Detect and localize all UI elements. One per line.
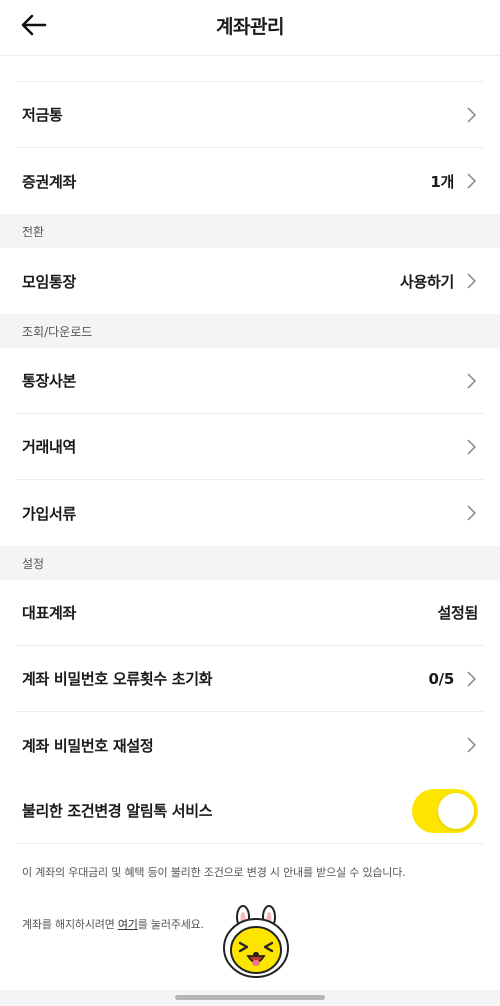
row-savings-box[interactable]: 저금통 xyxy=(16,82,484,148)
app-header: 계좌관리 xyxy=(0,0,500,56)
chevron-right-icon xyxy=(467,173,477,189)
row-label: 모임통장 xyxy=(22,272,77,291)
row-label: 계좌 비밀번호 오류횟수 초기화 xyxy=(22,670,213,688)
row-primary-account[interactable]: 대표계좌 설정됨 xyxy=(16,580,484,646)
home-indicator[interactable] xyxy=(175,995,325,1000)
chevron-right-icon xyxy=(467,505,477,521)
section-header-view-download: 조회/다운로드 xyxy=(0,314,500,348)
alert-toggle[interactable] xyxy=(412,788,478,833)
settings-list[interactable]: 저금통 증권계좌 1개 전환 모임통장 사용하기 조회/다운로드 통장사본 거래… xyxy=(0,56,500,880)
row-label: 통장사본 xyxy=(22,372,77,390)
toggle-knob[interactable] xyxy=(438,792,474,829)
row-bankbook-copy[interactable]: 통장사본 xyxy=(16,348,484,414)
row-value: 0/5 xyxy=(428,669,455,688)
row-reset-password[interactable]: 계좌 비밀번호 재설정 xyxy=(16,712,484,778)
row-adverse-change-alert: 불리한 조건변경 알림톡 서비스 xyxy=(16,778,484,844)
chevron-right-icon xyxy=(467,670,477,687)
row-label: 저금통 xyxy=(22,106,63,124)
row-group-account[interactable]: 모임통장 사용하기 xyxy=(16,248,484,314)
partially-hidden-row xyxy=(16,56,484,82)
chevron-right-icon xyxy=(467,737,477,753)
row-securities-account[interactable]: 증권계좌 1개 xyxy=(16,148,484,214)
row-label: 대표계좌 xyxy=(22,604,77,622)
section-header-settings: 설정 xyxy=(0,546,500,580)
section-header-switch: 전환 xyxy=(0,214,500,248)
row-reset-password-errors[interactable]: 계좌 비밀번호 오류횟수 초기화 0/5 xyxy=(16,646,484,712)
chevron-right-icon xyxy=(467,438,477,455)
row-transaction-history[interactable]: 거래내역 xyxy=(16,414,484,480)
notice-text: 이 계좌의 우대금리 및 혜택 등이 불리한 조건으로 변경 시 안내를 받으실… xyxy=(22,866,406,879)
chevron-right-icon xyxy=(467,106,477,123)
row-value: 사용하기 xyxy=(399,272,454,291)
row-label: 증권계좌 xyxy=(22,172,77,191)
row-label: 가입서류 xyxy=(22,504,77,523)
chevron-right-icon xyxy=(467,273,477,289)
mascot-character-icon xyxy=(223,905,289,978)
row-signup-documents[interactable]: 가입서류 xyxy=(16,480,484,546)
close-account-link[interactable]: 여기 xyxy=(118,918,138,931)
page-title: 계좌관리 xyxy=(216,16,284,38)
close-account-prefix: 계좌를 해지하시려면 xyxy=(22,918,118,931)
row-value: 설정됨 xyxy=(437,604,478,622)
close-account-text: 계좌를 해지하시려면 여기를 눌러주세요. xyxy=(22,916,204,932)
row-label: 계좌 비밀번호 재설정 xyxy=(22,736,154,755)
close-account-suffix: 를 눌러주세요. xyxy=(137,918,204,931)
chevron-right-icon xyxy=(467,372,477,389)
row-label: 불리한 조건변경 알림톡 서비스 xyxy=(22,802,213,820)
row-label: 거래내역 xyxy=(22,438,77,456)
row-value: 1개 xyxy=(430,172,454,191)
